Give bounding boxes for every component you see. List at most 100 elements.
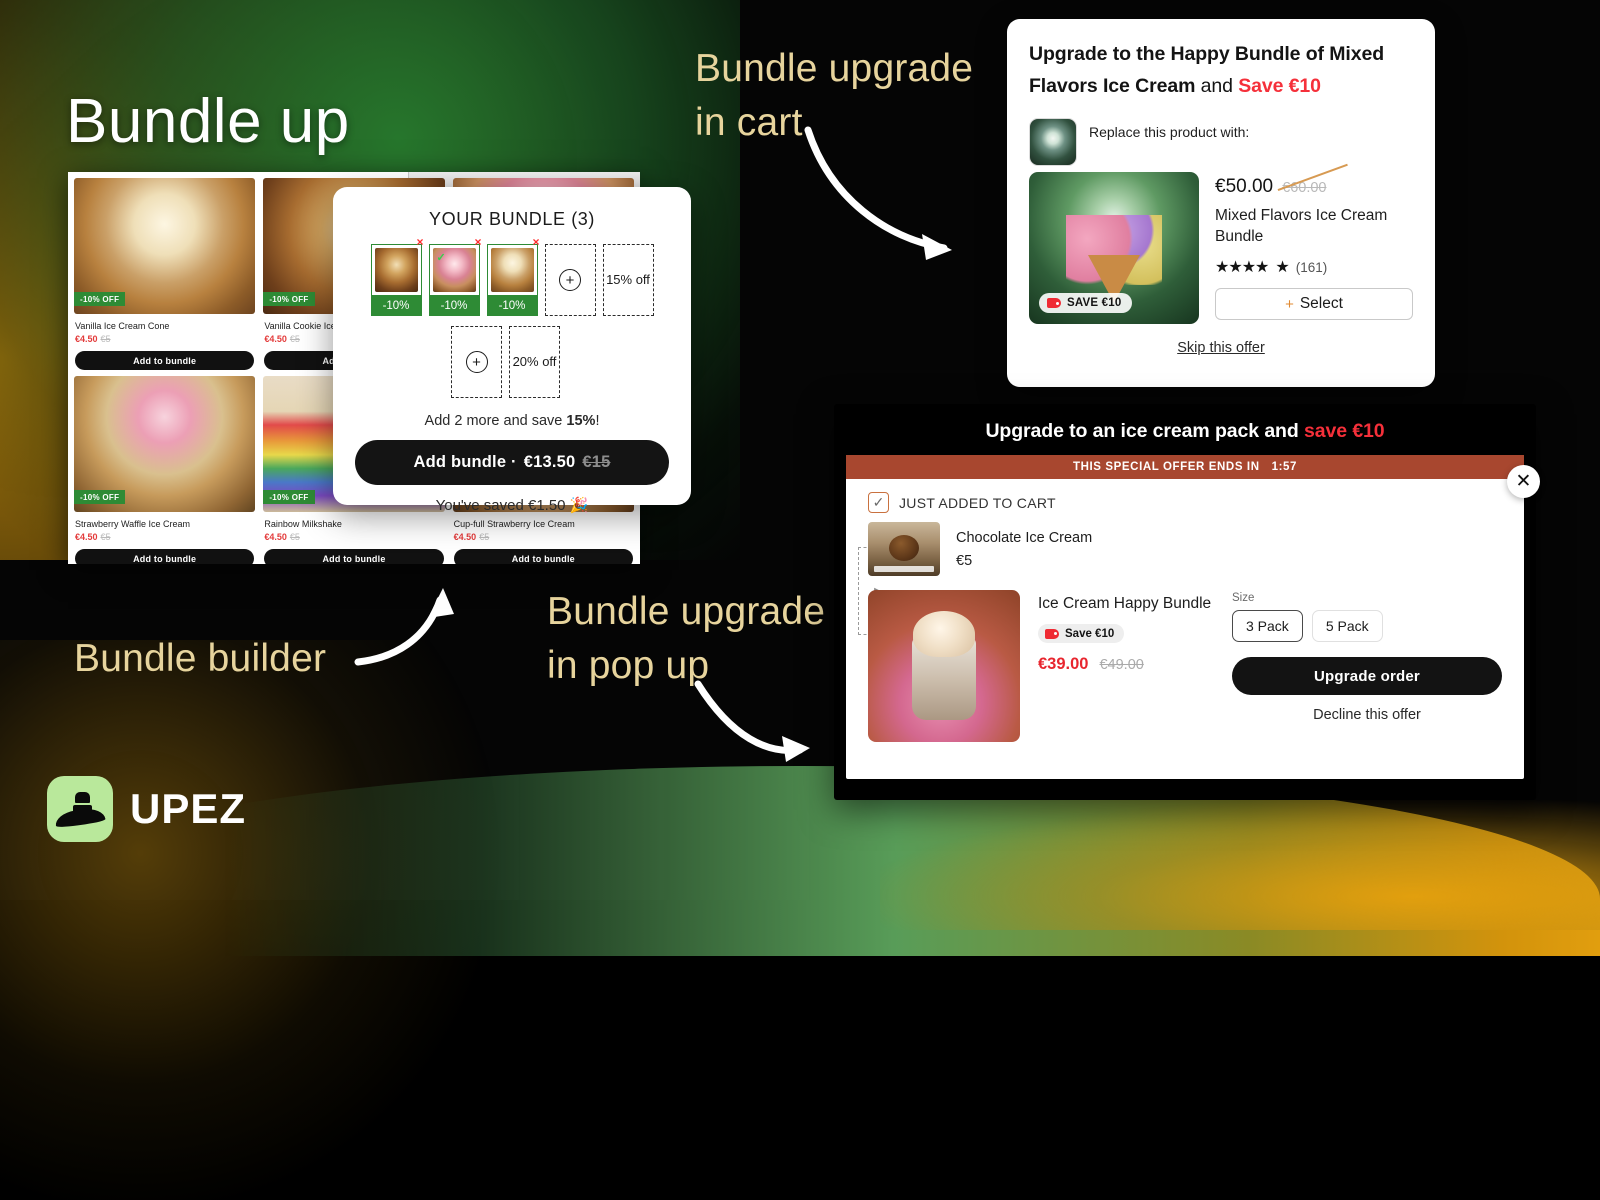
product-title: Rainbow Milkshake xyxy=(264,519,342,529)
headline-line-1: Upgrade to the Happy Bundle of xyxy=(1029,43,1324,65)
add-bundle-price: €13.50 xyxy=(523,453,576,471)
close-icon[interactable]: ✕ xyxy=(1507,465,1540,498)
popup-headline-save: save €10 xyxy=(1304,420,1385,442)
select-offer-button[interactable]: + Select xyxy=(1215,288,1413,320)
add-to-bundle-button[interactable]: Add to bundle xyxy=(453,549,633,564)
product-price-was: €5 xyxy=(100,532,111,542)
bundle-slot-discount: -10% xyxy=(486,295,538,316)
timer-label: THIS SPECIAL OFFER ENDS IN xyxy=(1072,461,1260,473)
plus-icon: + xyxy=(1285,295,1294,313)
tag-icon xyxy=(1047,298,1061,309)
add-to-bundle-button[interactable]: Add to bundle xyxy=(75,351,255,370)
product-price-now: €4.50 xyxy=(264,532,287,542)
product-price-was: €5 xyxy=(100,334,111,344)
annotation-bundle-upgrade-in-pop-up: Bundle upgrade in pop up xyxy=(547,590,826,687)
upgrade-actions: Size 3 Pack 5 Pack Upgrade order Decline… xyxy=(1232,590,1502,742)
cart-upgrade-headline: Upgrade to the Happy Bundle of Mixed Fla… xyxy=(1029,39,1413,102)
product-thumb: -10% OFF xyxy=(74,178,256,314)
star-icons: ★★★★ xyxy=(1215,259,1269,276)
add-to-bundle-button[interactable]: Add to bundle xyxy=(75,549,255,564)
skip-offer-link[interactable]: Skip this offer xyxy=(1029,340,1413,356)
remove-icon[interactable]: × xyxy=(474,235,481,249)
headline-save: Save €10 xyxy=(1238,74,1321,97)
bundle-hint-prefix: Add 2 more and save xyxy=(424,413,567,429)
add-to-bundle-button[interactable]: Add to bundle xyxy=(264,549,444,564)
replace-label: Replace this product with: xyxy=(1089,124,1250,141)
headline-and: and xyxy=(1195,74,1239,97)
bundle-hint-suffix: ! xyxy=(595,413,600,429)
discount-badge: -10% OFF xyxy=(74,292,126,306)
scoop-graphic xyxy=(889,534,919,561)
size-option-3-pack[interactable]: 3 Pack xyxy=(1232,610,1303,642)
remove-icon[interactable]: × xyxy=(416,235,423,249)
save-badge-label: Save €10 xyxy=(1065,627,1115,640)
bundle-popup[interactable]: YOUR BUNDLE (3) × -10% × ✓ -10% × -10% +… xyxy=(333,187,691,514)
tag-icon xyxy=(1045,628,1059,639)
cart-upgrade-card[interactable]: Upgrade to the Happy Bundle of Mixed Fla… xyxy=(1007,19,1435,387)
bundle-slot-discount: -10% xyxy=(370,295,422,316)
just-added-label: JUST ADDED TO CART xyxy=(899,494,1056,511)
product-price-now: €4.50 xyxy=(75,334,98,344)
discount-tier-15: 15% off xyxy=(602,244,654,316)
cart-line-info: Chocolate Ice Cream €5 xyxy=(956,530,1092,569)
annotation-bundle-upgrade-in-cart: Bundle upgrade in cart xyxy=(695,47,974,144)
plus-icon: + xyxy=(465,351,488,373)
bundle-slot-row-1: × -10% × ✓ -10% × -10% + 15% off xyxy=(355,235,669,316)
rating: ★★★★ ★ (161) xyxy=(1215,257,1413,277)
offer-price-row: €50.00 €60.00 xyxy=(1215,176,1413,198)
offer-timer-bar: THIS SPECIAL OFFER ENDS IN 1:57 xyxy=(846,455,1524,479)
offer-info: €50.00 €60.00 Mixed Flavors Ice Cream Bu… xyxy=(1215,172,1413,324)
swirl-graphic xyxy=(913,611,975,658)
cart-item-name: Chocolate Ice Cream xyxy=(956,529,1093,546)
product-price-now: €4.50 xyxy=(264,334,287,344)
happy-bundle-image xyxy=(868,590,1020,742)
offer-price: €50.00 xyxy=(1215,176,1274,198)
product-title: Vanilla Ice Cream Cone xyxy=(75,321,170,331)
upgrade-price: €39.00 xyxy=(1038,654,1089,673)
product-title: Strawberry Waffle Ice Cream xyxy=(75,519,191,529)
product-price: €4.50€5 xyxy=(454,532,634,542)
brand-logo: UPEZ xyxy=(47,776,246,842)
product-thumb: -10% OFF xyxy=(74,376,256,512)
half-star-icon: ★ xyxy=(1275,259,1289,276)
page-title: Bundle up xyxy=(66,87,350,156)
bundle-slot[interactable]: × ✓ -10% xyxy=(428,235,482,316)
bundle-product-image: SAVE €10 xyxy=(1029,172,1199,325)
size-option-5-pack[interactable]: 5 Pack xyxy=(1311,610,1383,642)
discount-badge: -10% OFF xyxy=(263,490,315,504)
bundle-slot[interactable]: × -10% xyxy=(370,235,424,316)
save-badge: Save €10 xyxy=(1038,624,1125,644)
timer-value: 1:57 xyxy=(1271,461,1298,473)
decline-offer-link[interactable]: Decline this offer xyxy=(1232,707,1502,723)
add-bundle-button[interactable]: Add bundle · €13.50 €15 xyxy=(355,440,669,485)
bundle-slot-discount: -10% xyxy=(428,295,480,316)
size-label: Size xyxy=(1232,592,1255,604)
brand-name: UPEZ xyxy=(130,785,247,832)
product-card[interactable]: -10% OFF Strawberry Waffle Ice Cream €4.… xyxy=(74,376,256,564)
bundle-slot-row-2: + 20% off xyxy=(451,326,669,398)
product-price-now: €4.50 xyxy=(75,532,98,542)
popup-sheet: THIS SPECIAL OFFER ENDS IN 1:57 ✕ ✓ JUST… xyxy=(846,455,1540,779)
upgrade-product-name: Ice Cream Happy Bundle xyxy=(1038,595,1212,612)
checkbox-checked-icon[interactable]: ✓ xyxy=(868,492,889,513)
offer-body: SAVE €10 €50.00 €60.00 Mixed Flavors Ice… xyxy=(1029,172,1413,325)
review-count: (161) xyxy=(1295,259,1328,275)
chocolate-ice-cream-image xyxy=(868,522,940,576)
product-card[interactable]: -10% OFF Vanilla Ice Cream Cone €4.50 €5 … xyxy=(74,178,256,376)
popup-headline-text: Upgrade to an ice cream pack and xyxy=(985,420,1305,442)
discount-badge: -10% OFF xyxy=(263,292,315,306)
add-slot-button[interactable]: + xyxy=(544,244,596,316)
bundle-slot-image xyxy=(370,244,422,295)
just-added-row: ✓ JUST ADDED TO CART xyxy=(846,479,1524,513)
upgrade-order-button[interactable]: Upgrade order xyxy=(1232,657,1502,695)
discount-tier-20: 20% off xyxy=(509,326,560,398)
remove-icon[interactable]: × xyxy=(532,235,539,249)
plus-icon: + xyxy=(559,269,581,291)
cart-item-price: €5 xyxy=(956,552,973,569)
popup-upgrade-modal[interactable]: Upgrade to an ice cream pack and save €1… xyxy=(834,404,1540,800)
product-title: Cup-full Strawberry Ice Cream xyxy=(453,519,575,529)
palm-shape xyxy=(54,806,106,829)
bundle-slot[interactable]: × -10% xyxy=(486,235,540,316)
add-slot-button[interactable]: + xyxy=(451,326,502,398)
product-price-was: €5 xyxy=(289,334,300,344)
